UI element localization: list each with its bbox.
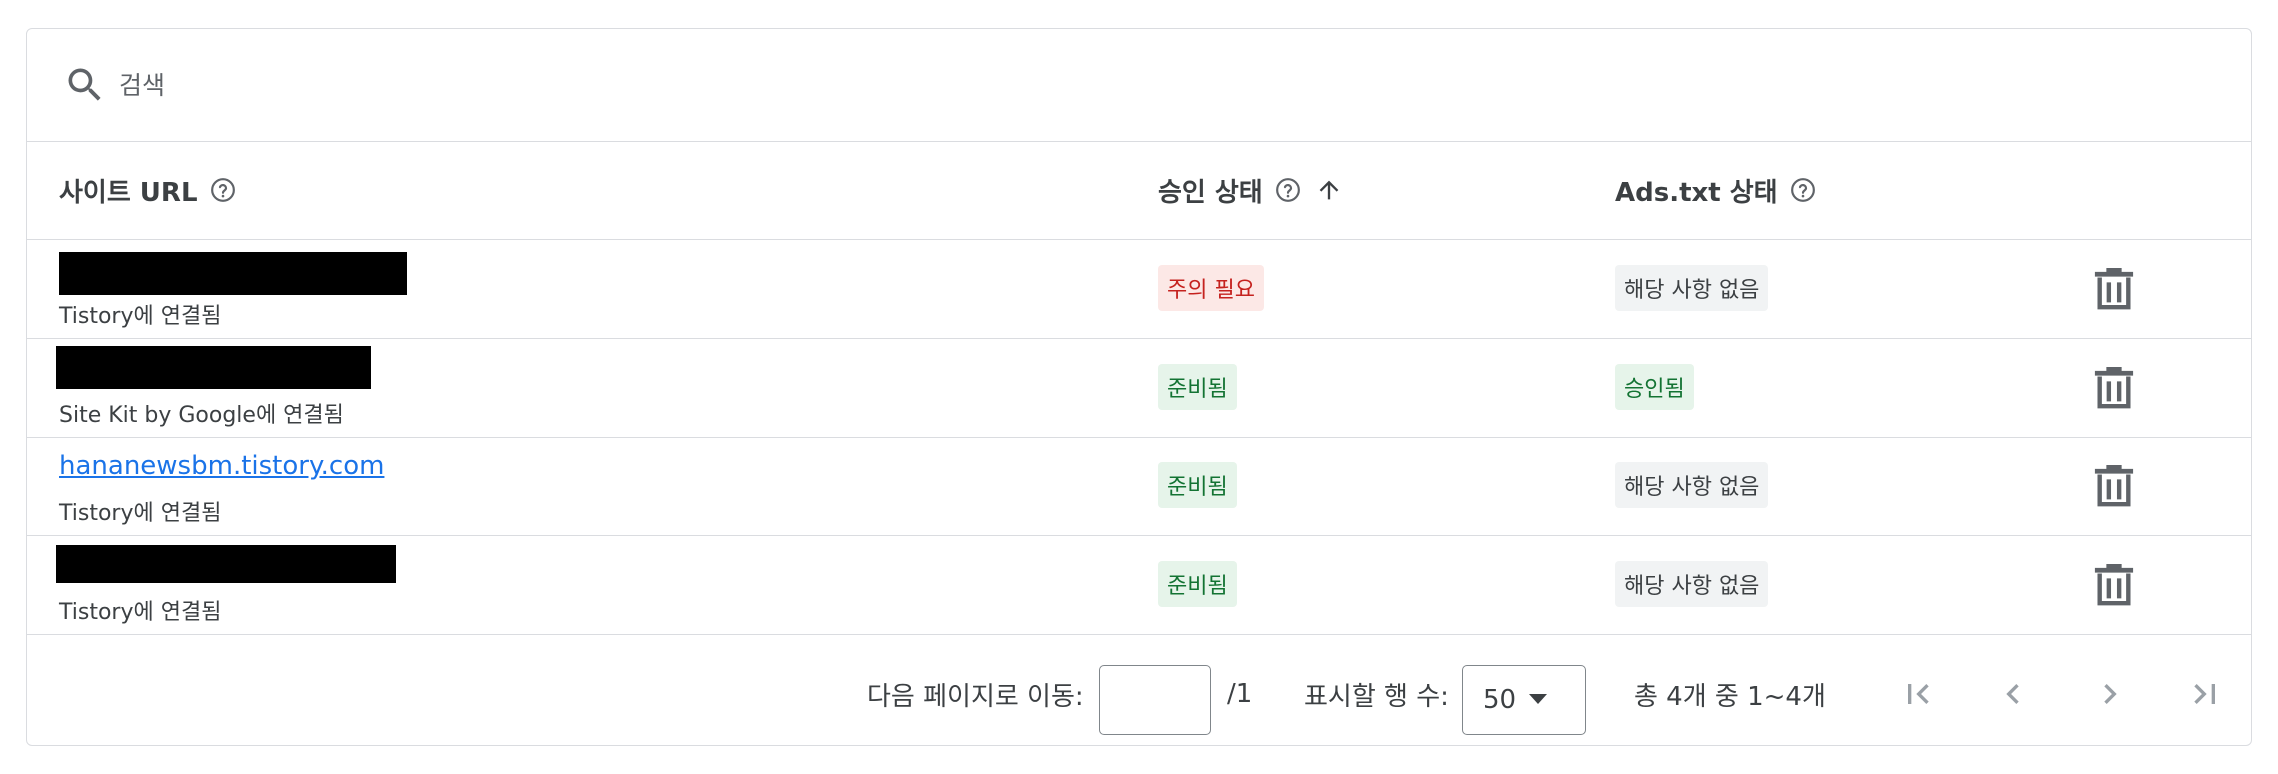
ads-txt-status-badge: 해당 사항 없음 — [1615, 265, 1769, 311]
approval-status-badge: 주의 필요 — [1158, 265, 1264, 311]
sites-table-card: 사이트 URL 승인 상태 Ads.txt 상태 Tistory에 연결됨 주의… — [26, 28, 2252, 746]
delete-icon[interactable] — [2094, 465, 2134, 507]
redacted-url — [59, 252, 407, 295]
ads-txt-status-badge: 해당 사항 없음 — [1615, 462, 1769, 508]
help-icon[interactable] — [1275, 177, 1301, 203]
site-url-link[interactable]: hananewsbm.tistory.com — [59, 451, 384, 481]
site-url-cell: hananewsbm.tistory.com Tistory에 연결됨 — [59, 437, 1059, 535]
rows-per-page-select[interactable]: 50 — [1462, 665, 1586, 735]
approval-status-badge: 준비됨 — [1158, 364, 1237, 410]
column-header-site-url[interactable]: 사이트 URL — [59, 141, 236, 239]
column-header-approval-status[interactable]: 승인 상태 — [1158, 141, 1343, 239]
redacted-url — [56, 545, 396, 583]
site-url-cell: Site Kit by Google에 연결됨 — [56, 339, 1059, 437]
last-page-icon[interactable] — [2185, 674, 2225, 714]
site-url-cell: Tistory에 연결됨 — [59, 240, 1059, 338]
delete-icon[interactable] — [2094, 268, 2134, 310]
column-header-label: 승인 상태 — [1158, 177, 1263, 208]
search-input[interactable] — [119, 63, 1119, 107]
rows-per-page-label: 표시할 행 수: — [1304, 681, 1449, 712]
sort-ascending-icon[interactable] — [1315, 176, 1343, 204]
table-row: Tistory에 연결됨 준비됨 해당 사항 없음 — [27, 536, 2251, 635]
help-icon[interactable] — [1790, 177, 1816, 203]
ads-txt-status-badge: 해당 사항 없음 — [1615, 561, 1769, 607]
approval-status-badge: 준비됨 — [1158, 561, 1237, 607]
goto-page-label: 다음 페이지로 이동: — [867, 681, 1084, 712]
previous-page-icon[interactable] — [1993, 674, 2033, 714]
column-header-label: Ads.txt 상태 — [1615, 177, 1778, 208]
row-range-label: 총 4개 중 1~4개 — [1634, 681, 1826, 712]
ads-txt-status-badge: 승인됨 — [1615, 364, 1694, 410]
pagination-bar: 다음 페이지로 이동: /1 표시할 행 수: 50 총 4개 중 1~4개 — [27, 641, 2251, 745]
help-icon[interactable] — [210, 177, 236, 203]
column-header-label: 사이트 URL — [59, 177, 198, 208]
total-pages-label: /1 — [1227, 679, 1253, 709]
connection-label: Tistory에 연결됨 — [59, 600, 222, 625]
search-bar — [27, 29, 2251, 142]
redacted-url — [56, 346, 371, 389]
table-header: 사이트 URL 승인 상태 Ads.txt 상태 — [27, 141, 2251, 240]
first-page-icon[interactable] — [1898, 674, 1938, 714]
dropdown-arrow-icon — [1529, 694, 1547, 704]
search-icon — [68, 68, 101, 101]
connection-label: Site Kit by Google에 연결됨 — [59, 403, 344, 428]
next-page-icon[interactable] — [2090, 674, 2130, 714]
approval-status-badge: 준비됨 — [1158, 462, 1237, 508]
column-header-ads-txt-status[interactable]: Ads.txt 상태 — [1615, 141, 1816, 239]
connection-label: Tistory에 연결됨 — [59, 501, 222, 526]
delete-icon[interactable] — [2094, 564, 2134, 606]
table-row: hananewsbm.tistory.com Tistory에 연결됨 준비됨 … — [27, 437, 2251, 536]
goto-page-input[interactable] — [1099, 665, 1211, 735]
table-row: Site Kit by Google에 연결됨 준비됨 승인됨 — [27, 339, 2251, 438]
delete-icon[interactable] — [2094, 367, 2134, 409]
table-row: Tistory에 연결됨 주의 필요 해당 사항 없음 — [27, 240, 2251, 339]
site-url-cell: Tistory에 연결됨 — [56, 536, 1059, 634]
rows-per-page-value: 50 — [1483, 685, 1517, 715]
connection-label: Tistory에 연결됨 — [59, 304, 222, 329]
